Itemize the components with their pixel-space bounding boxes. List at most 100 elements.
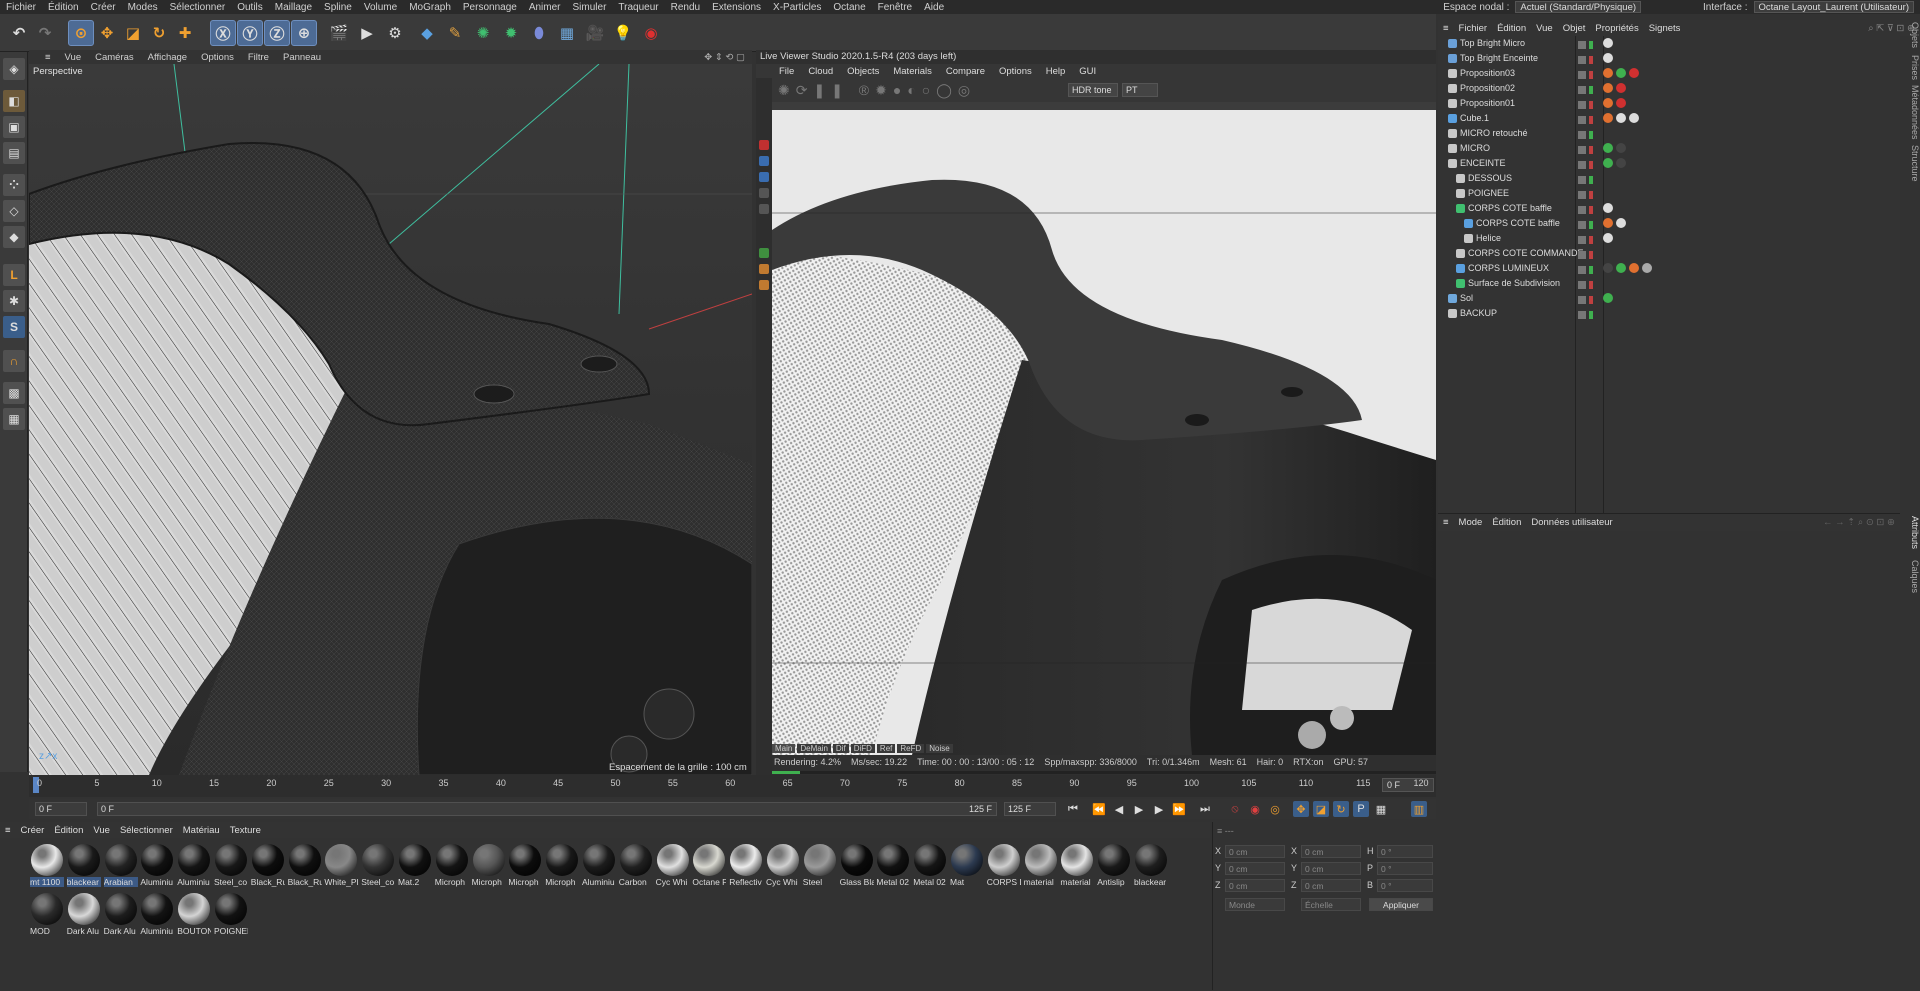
redo-icon[interactable]: ↷	[32, 20, 58, 46]
om-row-name[interactable]: CORPS COTE baffle	[1468, 201, 1552, 216]
kernel-select[interactable]: PT	[1122, 83, 1158, 97]
deformer-icon[interactable]: ⬮	[526, 20, 552, 46]
lv-menu-file[interactable]: File	[772, 66, 801, 77]
coord-pos-x-field[interactable]: 0 cm	[1225, 845, 1285, 858]
object-tags[interactable]	[1603, 263, 1655, 274]
om-row-name[interactable]: Proposition03	[1460, 66, 1515, 81]
lv-tool-icon[interactable]	[759, 280, 769, 290]
om-menu-signets[interactable]: Signets	[1644, 23, 1686, 34]
menu-fenetre[interactable]: Fenêtre	[872, 2, 918, 13]
tag-icon[interactable]	[1616, 158, 1626, 168]
lv-tab-ref[interactable]: Ref	[876, 744, 896, 753]
tag-icon[interactable]	[1603, 53, 1613, 63]
timeline-window-icon[interactable]: ▥	[1411, 801, 1427, 817]
lv-tool-icon[interactable]	[759, 188, 769, 198]
viewport-menu-vue[interactable]: Vue	[58, 52, 89, 63]
material-swatch[interactable]: Dark Alu	[67, 891, 101, 937]
tag-icon[interactable]	[1603, 38, 1613, 48]
lv-menu-objects[interactable]: Objects	[840, 66, 886, 77]
interface-select[interactable]: Octane Layout_Laurent (Utilisateur)	[1753, 1, 1914, 13]
menu-selectionner[interactable]: Sélectionner	[164, 2, 232, 13]
menu-mograph[interactable]: MoGraph	[403, 2, 457, 13]
viewport-menu-filtre[interactable]: Filtre	[241, 52, 276, 63]
om-row-name[interactable]: MICRO	[1460, 141, 1490, 156]
y-axis-lock-icon[interactable]: Ⓨ	[237, 20, 263, 46]
prev-key-icon[interactable]: ⏪	[1091, 801, 1107, 817]
object-tags[interactable]	[1603, 233, 1616, 244]
material-swatch[interactable]: Steel_co	[361, 842, 395, 888]
om-row[interactable]: Helice	[1438, 231, 1900, 246]
points-mode-icon[interactable]: ⁘	[3, 174, 25, 196]
object-tags[interactable]	[1603, 83, 1629, 94]
om-row-name[interactable]: BACKUP	[1460, 306, 1497, 321]
om-row[interactable]: CORPS LUMINEUX	[1438, 261, 1900, 276]
om-menu-objet[interactable]: Objet	[1558, 23, 1591, 34]
tag-icon[interactable]	[1603, 158, 1613, 168]
material-swatch[interactable]: Cyc Whi	[656, 842, 690, 888]
tag-icon[interactable]	[1616, 98, 1626, 108]
material-swatch[interactable]: blackear	[66, 842, 101, 888]
visibility-flags-icon[interactable]	[1578, 309, 1600, 319]
att-menu-mode[interactable]: Mode	[1454, 517, 1488, 528]
live-selection-icon[interactable]: ⊙	[68, 20, 94, 46]
render-settings-icon[interactable]: ⚙	[382, 20, 408, 46]
om-row[interactable]: MICRO retouché	[1438, 126, 1900, 141]
next-key-icon[interactable]: ⏩	[1171, 801, 1187, 817]
keyframe-selection-icon[interactable]: ◎	[1267, 801, 1283, 817]
om-menu-proprietes[interactable]: Propriétés	[1590, 23, 1643, 34]
lv-tab-demain[interactable]: DeMain	[797, 744, 831, 753]
material-swatch[interactable]: Microph	[508, 842, 542, 888]
next-frame-icon[interactable]: ▶	[1151, 801, 1167, 817]
key-scale-icon[interactable]: ◪	[1313, 801, 1329, 817]
menu-personnage[interactable]: Personnage	[457, 2, 523, 13]
object-tags[interactable]	[1603, 113, 1642, 124]
tag-icon[interactable]	[1603, 83, 1613, 93]
key-position-icon[interactable]: ✥	[1293, 801, 1309, 817]
coords-menu-icon[interactable]: ≡ ---	[1217, 826, 1234, 836]
material-swatch[interactable]: Aluminiu	[140, 842, 174, 888]
lv-tab-difd[interactable]: DiFD	[850, 744, 875, 753]
add-tool-icon[interactable]: ✚	[172, 20, 198, 46]
coord-rot-h-field[interactable]: 0 °	[1377, 845, 1433, 858]
material-swatch[interactable]: BOUTON	[177, 891, 211, 937]
pen-spline-icon[interactable]: ✎	[442, 20, 468, 46]
om-row[interactable]: Proposition01	[1438, 96, 1900, 111]
autokey-icon[interactable]: ◉	[1247, 801, 1263, 817]
viewport-menu-options[interactable]: Options	[194, 52, 241, 63]
coord-rot-b-field[interactable]: 0 °	[1377, 879, 1433, 892]
object-tags[interactable]	[1603, 203, 1616, 214]
coord-rot-p-field[interactable]: 0 °	[1377, 862, 1433, 875]
material-swatch[interactable]: Microph	[435, 842, 469, 888]
om-row[interactable]: Proposition03	[1438, 66, 1900, 81]
tag-icon[interactable]	[1603, 218, 1613, 228]
om-row-name[interactable]: Sol	[1460, 291, 1473, 306]
snap-icon[interactable]: S	[3, 316, 25, 338]
play-icon[interactable]: ▶	[1131, 801, 1147, 817]
om-row[interactable]: BACKUP	[1438, 306, 1900, 321]
coord-size-z-field[interactable]: 0 cm	[1301, 879, 1361, 892]
undo-icon[interactable]: ↶	[6, 20, 32, 46]
om-row-name[interactable]: Proposition01	[1460, 96, 1515, 111]
om-row[interactable]: MICRO	[1438, 141, 1900, 156]
om-row-name[interactable]: CORPS COTE COMMANDE	[1468, 246, 1584, 261]
mm-menu-icon[interactable]: ≡	[0, 825, 16, 836]
material-swatch[interactable]: Steel	[803, 842, 837, 888]
menu-xparticles[interactable]: X-Particles	[767, 2, 827, 13]
tag-icon[interactable]	[1629, 68, 1639, 78]
side-tab-metadonnees[interactable]: Métadonnées	[1903, 85, 1920, 145]
om-row-name[interactable]: POIGNEE	[1468, 186, 1509, 201]
octane-render-icon[interactable]: ◉	[638, 20, 664, 46]
lv-tab-refd[interactable]: ReFD	[897, 744, 925, 753]
axis-mode-icon[interactable]: L	[3, 264, 25, 286]
om-row-name[interactable]: Cube.1	[1460, 111, 1489, 126]
coord-system-select[interactable]: Monde	[1225, 898, 1285, 911]
viewport-nav-icons[interactable]: ✥ ⇕ ⟲ ▢	[697, 52, 752, 63]
scale-tool-icon[interactable]: ◪	[120, 20, 146, 46]
end-frame-field[interactable]: 125 F	[1004, 802, 1056, 816]
render-region-icon[interactable]: 🎬	[326, 20, 352, 46]
menu-edition[interactable]: Édition	[42, 2, 85, 13]
om-menu-icon[interactable]: ≡	[1438, 23, 1454, 34]
side-tab-calques[interactable]: Calques	[1903, 560, 1920, 593]
menu-fichier[interactable]: Fichier	[0, 2, 42, 13]
lv-tab-dif[interactable]: Dif	[832, 744, 849, 753]
